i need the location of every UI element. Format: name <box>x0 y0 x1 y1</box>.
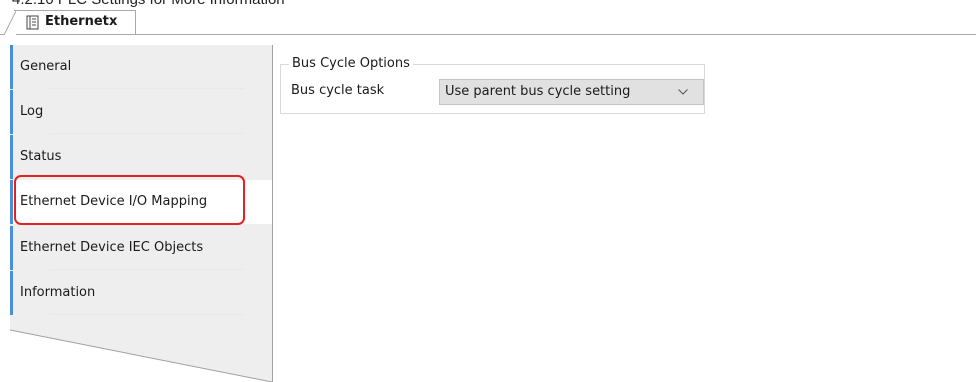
sidebar-item-status[interactable]: Status <box>10 135 272 179</box>
bus-cycle-task-select[interactable]: Use parent bus cycle setting <box>439 79 704 105</box>
panel-divider <box>272 45 273 382</box>
accent-bar <box>10 180 13 224</box>
accent-bar <box>10 90 13 134</box>
tab-ethernet[interactable]: Ethernet x <box>4 10 136 35</box>
group-title: Bus Cycle Options <box>289 56 413 71</box>
tab-label: Ethernet <box>45 14 109 29</box>
sidebar-item-general[interactable]: General <box>10 45 272 89</box>
accent-bar <box>10 45 13 89</box>
sidebar-item-iec-objects[interactable]: Ethernet Device IEC Objects <box>10 226 272 270</box>
accent-bar <box>10 226 13 270</box>
highlight-callout <box>14 175 245 225</box>
sidebar-item-label: Ethernet Device IEC Objects <box>20 240 204 255</box>
divider <box>50 269 244 270</box>
divider <box>50 88 244 89</box>
accent-bar <box>10 135 13 179</box>
chevron-down-icon <box>678 89 688 95</box>
bus-cycle-options-group: Bus Cycle Options Bus cycle task Use par… <box>280 56 705 114</box>
select-value: Use parent bus cycle setting <box>445 84 631 99</box>
tab-close-icon[interactable]: x <box>109 14 117 29</box>
document-heading: 4.2.10 PLC Settings for More Information <box>12 0 285 8</box>
sidebar-item-label: Information <box>20 285 96 300</box>
settings-sidebar: General Log Status Ethernet Device I/O M… <box>10 45 272 382</box>
sidebar-item-label: General <box>20 59 72 74</box>
sidebar-item-log[interactable]: Log <box>10 90 272 134</box>
sidebar-item-label: Status <box>20 149 62 164</box>
sidebar-item-information[interactable]: Information <box>10 271 272 315</box>
tab-slant-edge <box>4 11 16 35</box>
divider <box>50 133 244 134</box>
accent-bar <box>10 271 13 315</box>
divider <box>50 314 244 315</box>
sidebar-item-label: Log <box>20 104 44 119</box>
document-icon <box>26 15 39 30</box>
tab-strip: Ethernet x <box>0 10 976 35</box>
bus-cycle-task-label: Bus cycle task <box>291 83 385 98</box>
